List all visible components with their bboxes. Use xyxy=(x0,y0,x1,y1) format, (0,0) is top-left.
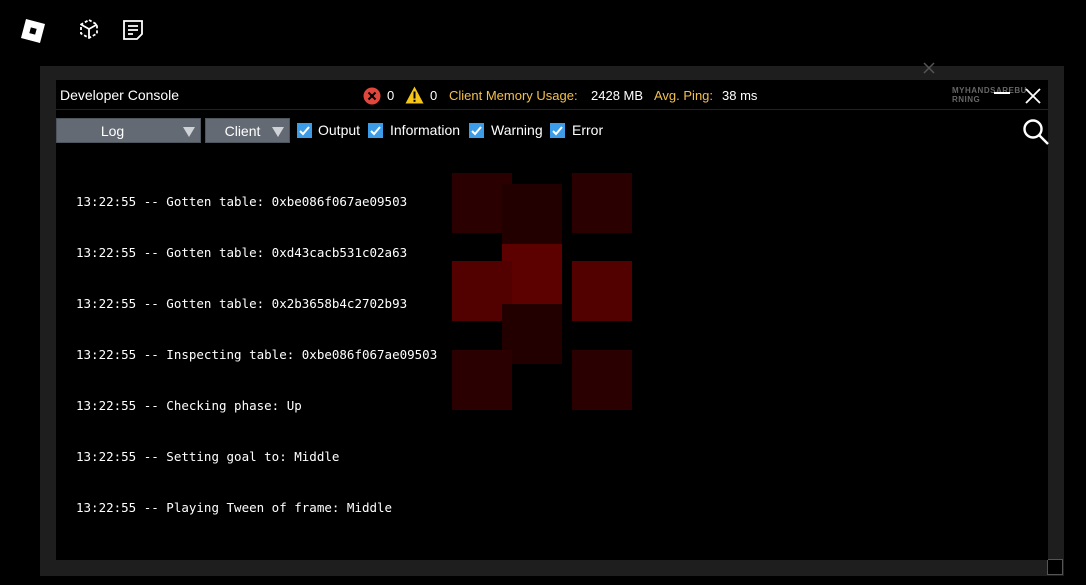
output-filter-label: Output xyxy=(318,122,361,138)
warning-icon xyxy=(405,86,424,104)
warning-filter-label: Warning xyxy=(491,122,543,138)
warning-count: 0 xyxy=(430,88,438,103)
checkmark-icon xyxy=(552,126,563,136)
checkmark-icon xyxy=(299,126,310,136)
log-line: 13:22:55 -- Inspecting table: 0xbe086f06… xyxy=(76,347,438,362)
checkmark-icon xyxy=(471,126,482,136)
log-line: 13:22:55 -- Setting goal to: Middle xyxy=(76,449,340,464)
log-line: 13:22:55 -- Checking phase: Up xyxy=(76,398,302,413)
avatar-icon[interactable] xyxy=(77,18,101,42)
output-checkbox[interactable] xyxy=(297,123,312,138)
resize-handle[interactable] xyxy=(1047,559,1063,575)
log-line: 13:22:55 -- Gotten table: 0xbe086f067ae0… xyxy=(76,194,408,209)
minimize-button[interactable] xyxy=(994,92,1010,94)
checkmark-icon xyxy=(370,126,381,136)
error-checkbox[interactable] xyxy=(550,123,565,138)
log-output: 13:22:55 -- Gotten table: 0xbe086f067ae0… xyxy=(76,159,976,550)
information-checkbox[interactable] xyxy=(368,123,383,138)
ping-label: Avg. Ping: xyxy=(654,88,714,103)
log-dropdown-label: Log xyxy=(100,123,125,139)
ping-value: 38 ms xyxy=(722,88,758,103)
search-icon[interactable] xyxy=(1022,118,1050,146)
error-icon xyxy=(363,87,381,105)
console-title-bar: Developer Console 0 0 Client Memory Usag… xyxy=(56,80,1048,110)
roblox-logo-icon[interactable] xyxy=(20,18,46,44)
error-filter-label: Error xyxy=(572,122,604,138)
console-toolbar: Log Client Output Information Warning Er… xyxy=(56,118,1048,144)
memory-label: Client Memory Usage: xyxy=(449,88,578,103)
console-title: Developer Console xyxy=(60,87,180,103)
close-icon[interactable] xyxy=(1024,87,1042,105)
memory-value: 2428 MB xyxy=(591,88,644,103)
outer-close-icon[interactable] xyxy=(921,60,937,76)
watermark: MYHANDSAREBURNING xyxy=(952,86,1027,104)
developer-console: Developer Console 0 0 Client Memory Usag… xyxy=(56,80,1050,560)
information-filter-label: Information xyxy=(390,122,461,138)
error-count: 0 xyxy=(387,88,395,103)
log-dropdown[interactable]: Log xyxy=(56,118,201,143)
chevron-down-icon xyxy=(183,127,195,137)
warning-checkbox[interactable] xyxy=(469,123,484,138)
log-line: 13:22:55 -- Playing Tween of frame: Midd… xyxy=(76,500,393,515)
chevron-down-icon xyxy=(272,127,284,137)
log-line: 13:22:55 -- Gotten table: 0xd43cacb531c0… xyxy=(76,245,408,260)
log-line: 13:22:55 -- Gotten table: 0x2b3658b4c270… xyxy=(76,296,408,311)
chat-icon[interactable] xyxy=(121,18,145,42)
client-dropdown[interactable]: Client xyxy=(205,118,290,143)
